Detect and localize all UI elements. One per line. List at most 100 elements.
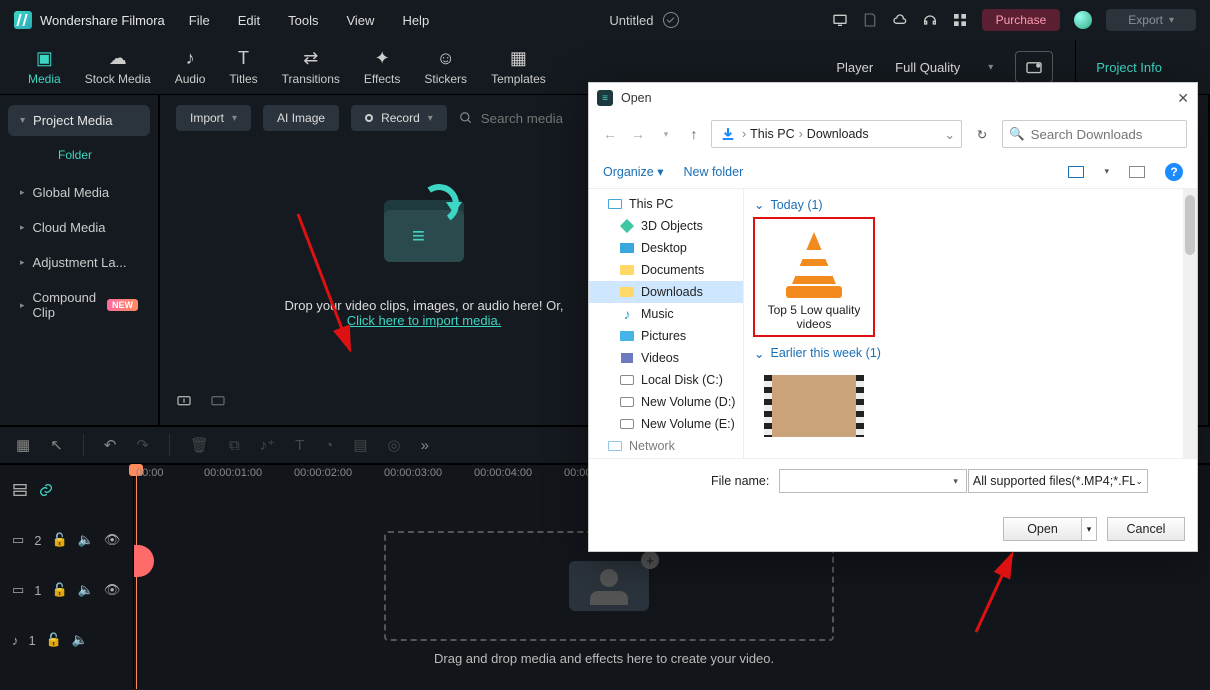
speed-icon[interactable]: ◔ [324,437,333,454]
tree-documents[interactable]: Documents [589,259,743,281]
nav-back-button[interactable]: ← [599,126,621,142]
tree-desktop[interactable]: Desktop [589,237,743,259]
tree-pictures[interactable]: Pictures [589,325,743,347]
file-type-select[interactable]: All supported files(*.MP4;*.FLV; ⌄ [968,469,1148,493]
quality-select[interactable]: Full Quality ▾ [895,60,993,75]
tab-transitions[interactable]: ⇄ Transitions [282,49,340,86]
chevron-down-icon[interactable]: ▾ [655,129,677,140]
tab-effects[interactable]: ✦ Effects [364,49,400,86]
breadcrumb-downloads[interactable]: Downloads [807,127,869,141]
refresh-button[interactable]: ↻ [968,127,996,142]
menu-view[interactable]: View [346,13,374,28]
lock-icon[interactable]: 🔓 [52,532,68,548]
crop-icon[interactable]: ⧉ [229,437,240,454]
audio-edit-icon[interactable]: ♪⁺ [260,436,275,454]
close-dialog-button[interactable]: ✕ [1177,90,1189,107]
tree-videos[interactable]: Videos [589,347,743,369]
mute-icon[interactable]: 🔈 [72,632,88,648]
menu-help[interactable]: Help [402,13,429,28]
dialog-search[interactable]: 🔍 [1002,120,1187,148]
mute-icon[interactable]: 🔈 [78,582,94,598]
import-button[interactable]: Import ▾ [176,105,251,131]
import-media-link[interactable]: Click here to import media. [347,313,502,328]
sidebar-item-compound-clip[interactable]: ▸ Compound Clip NEW [8,281,150,329]
chevron-down-icon[interactable]: ⌄ [945,127,955,142]
cloud-icon[interactable] [892,12,908,28]
visibility-icon[interactable]: 👁 [104,532,121,548]
file-name-input[interactable] [779,469,967,493]
tree-network[interactable]: Network [589,435,743,457]
track-video-2[interactable]: ▭2 🔓 🔈 👁 [0,515,133,565]
color-icon[interactable]: ▤ [353,436,367,454]
sidebar-item-global-media[interactable]: ▸ Global Media [8,176,150,209]
tab-titles[interactable]: T Titles [229,49,257,86]
preview-pane-button[interactable] [1129,166,1145,178]
account-avatar[interactable] [1074,11,1092,29]
chevron-down-icon[interactable]: ▾ [1104,166,1109,177]
chevron-down-icon[interactable]: ▾ [953,476,958,487]
tree-local-disk-c[interactable]: Local Disk (C:) [589,369,743,391]
group-earlier[interactable]: ⌄Earlier this week (1) [754,346,1187,361]
media-search[interactable] [459,111,581,126]
tree-3d-objects[interactable]: 3D Objects [589,215,743,237]
sidebar-header-project-media[interactable]: ▸ Project Media [8,105,150,136]
organize-menu[interactable]: Organize ▾ [603,164,663,179]
sidebar-item-adjustment-layer[interactable]: ▸ Adjustment La... [8,246,150,279]
snapshot-button[interactable] [1015,51,1053,83]
tab-stock-media[interactable]: ☁ Stock Media [85,49,151,86]
delete-icon[interactable]: 🗑 [190,436,209,454]
redo-icon[interactable]: ↷ [136,436,149,454]
file-earlier-video[interactable] [754,367,874,445]
open-button[interactable]: Open [1003,517,1081,541]
tab-media[interactable]: ▣ Media [28,49,61,86]
sidebar-item-cloud-media[interactable]: ▸ Cloud Media [8,211,150,244]
lock-icon[interactable]: 🔓 [52,582,68,598]
record-button[interactable]: Record ▾ [351,105,447,131]
undo-icon[interactable]: ↶ [104,436,117,454]
cancel-button[interactable]: Cancel [1107,517,1185,541]
tab-audio[interactable]: ♪ Audio [175,49,206,86]
new-bin-icon[interactable] [210,392,226,408]
sidebar-folder[interactable]: Folder [8,138,150,174]
group-today[interactable]: ⌄Today (1) [754,197,1187,212]
visibility-icon[interactable]: 👁 [104,582,121,598]
vertical-scrollbar[interactable] [1183,189,1197,458]
lock-icon[interactable]: 🔓 [46,632,62,648]
track-video-1[interactable]: ▭1 🔓 🔈 👁 [0,565,133,615]
text-icon[interactable]: T [295,437,304,454]
tree-volume-e[interactable]: New Volume (E:) [589,413,743,435]
mute-icon[interactable]: 🔈 [78,532,94,548]
menu-file[interactable]: File [189,13,210,28]
tree-volume-d[interactable]: New Volume (D:) [589,391,743,413]
nav-up-button[interactable]: ↑ [683,126,705,142]
breadcrumb-this-pc[interactable]: This PC [750,127,794,141]
dialog-search-input[interactable] [1031,127,1180,142]
new-folder-icon[interactable] [176,392,192,408]
open-dropdown-button[interactable]: ▾ [1081,517,1097,541]
new-folder-button[interactable]: New folder [683,165,743,179]
media-search-input[interactable] [481,111,581,126]
view-mode-button[interactable] [1068,166,1084,178]
tl-pointer-icon[interactable]: ↖ [50,436,63,454]
timeline-options[interactable] [0,465,133,515]
tree-this-pc[interactable]: This PC [589,193,743,215]
purchase-button[interactable]: Purchase [982,9,1061,31]
help-button[interactable]: ? [1165,163,1183,181]
tab-templates[interactable]: ▦ Templates [491,49,546,86]
address-bar[interactable]: › This PC › Downloads ⌄ [711,120,962,148]
device-icon[interactable] [832,12,848,28]
file-top5-low-quality[interactable]: Top 5 Low quality videos [754,218,874,336]
tree-music[interactable]: ♪Music [589,303,743,325]
tl-grid-icon[interactable]: ▦ [16,436,30,454]
ai-image-button[interactable]: AI Image [263,105,339,131]
playhead[interactable] [136,465,137,689]
tab-stickers[interactable]: ☺ Stickers [424,49,467,86]
export-button[interactable]: Export ▾ [1106,9,1196,31]
apps-grid-icon[interactable] [952,12,968,28]
mask-icon[interactable]: ◎ [388,436,401,454]
tree-downloads[interactable]: Downloads [589,281,743,303]
track-audio-1[interactable]: ♪1 🔓 🔈 [0,615,133,665]
more-tools-icon[interactable]: » [421,437,429,454]
menu-edit[interactable]: Edit [238,13,260,28]
headphones-icon[interactable] [922,12,938,28]
